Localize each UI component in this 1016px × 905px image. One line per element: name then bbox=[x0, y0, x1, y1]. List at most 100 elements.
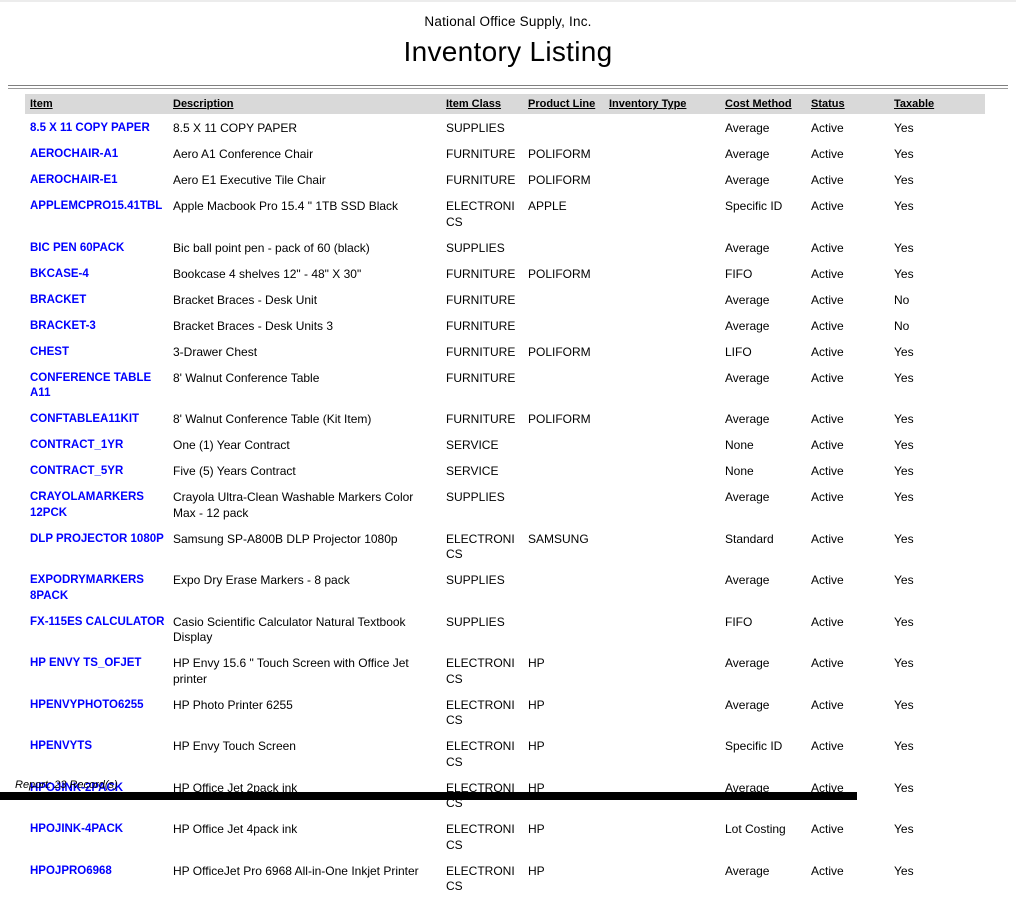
cell-status: Active bbox=[811, 532, 894, 574]
cell-item-link[interactable]: BRACKET-3 bbox=[25, 319, 173, 345]
cell-item-class: ELECTRONICS bbox=[446, 822, 528, 864]
cell-item-class: SUPPLIES bbox=[446, 615, 528, 657]
cell-item-link[interactable]: HPOJINK-4PACK bbox=[25, 822, 173, 864]
column-header-cost-method[interactable]: Cost Method bbox=[725, 94, 811, 114]
cell-product-line bbox=[528, 490, 609, 532]
cell-item-link[interactable]: CONFTABLEA11KIT bbox=[25, 412, 173, 438]
cell-taxable: Yes bbox=[894, 573, 985, 615]
cell-taxable: Yes bbox=[894, 698, 985, 740]
cell-inventory-type bbox=[609, 114, 725, 147]
cell-inventory-type bbox=[609, 464, 725, 490]
cell-item-link[interactable]: BIC PEN 60PACK bbox=[25, 241, 173, 267]
cell-status: Active bbox=[811, 464, 894, 490]
cell-description: Expo Dry Erase Markers - 8 pack bbox=[173, 573, 446, 615]
cell-status: Active bbox=[811, 371, 894, 413]
cell-taxable: Yes bbox=[894, 241, 985, 267]
cell-item-class: FURNITURE bbox=[446, 293, 528, 319]
cell-product-line: HP bbox=[528, 822, 609, 864]
cell-item-link[interactable]: APPLEMCPRO15.41TBL bbox=[25, 199, 173, 241]
cell-inventory-type bbox=[609, 490, 725, 532]
cell-product-line bbox=[528, 371, 609, 413]
cell-inventory-type bbox=[609, 241, 725, 267]
cell-item-class: ELECTRONICS bbox=[446, 656, 528, 698]
cell-item-class: SUPPLIES bbox=[446, 241, 528, 267]
cell-inventory-type bbox=[609, 147, 725, 173]
table-row: CONFTABLEA11KIT 8' Walnut Conference Tab… bbox=[25, 412, 985, 438]
cell-item-link[interactable]: CONTRACT_1YR bbox=[25, 438, 173, 464]
cell-taxable: Yes bbox=[894, 438, 985, 464]
table-row: BKCASE-4 Bookcase 4 shelves 12" - 48" X … bbox=[25, 267, 985, 293]
cell-inventory-type bbox=[609, 615, 725, 657]
table-header-row: Item Description Item Class Product Line… bbox=[25, 94, 985, 114]
column-header-product-line[interactable]: Product Line bbox=[528, 94, 609, 114]
cell-cost-method: Average bbox=[725, 173, 811, 199]
cell-item-link[interactable]: EXPODRYMARKERS 8PACK bbox=[25, 573, 173, 615]
cell-taxable: Yes bbox=[894, 532, 985, 574]
window-edge-strip bbox=[0, 0, 1016, 2]
cell-item-class: SUPPLIES bbox=[446, 490, 528, 532]
cell-item-link[interactable]: FX-115ES CALCULATOR bbox=[25, 615, 173, 657]
cell-cost-method: LIFO bbox=[725, 345, 811, 371]
cell-status: Active bbox=[811, 490, 894, 532]
column-header-item-class[interactable]: Item Class bbox=[446, 94, 528, 114]
table-row: APPLEMCPRO15.41TBL Apple Macbook Pro 15.… bbox=[25, 199, 985, 241]
cell-taxable: Yes bbox=[894, 267, 985, 293]
cell-item-link[interactable]: 8.5 X 11 COPY PAPER bbox=[25, 114, 173, 147]
cell-product-line: HP bbox=[528, 656, 609, 698]
column-header-inventory-type[interactable]: Inventory Type bbox=[609, 94, 725, 114]
column-header-description[interactable]: Description bbox=[173, 94, 446, 114]
cell-item-link[interactable]: CONFERENCE TABLE A11 bbox=[25, 371, 173, 413]
cell-taxable: Yes bbox=[894, 656, 985, 698]
cell-item-class: ELECTRONICS bbox=[446, 864, 528, 905]
cell-description: HP Photo Printer 6255 bbox=[173, 698, 446, 740]
cell-item-link[interactable]: DLP PROJECTOR 1080P bbox=[25, 532, 173, 574]
cell-item-link[interactable]: HP ENVY TS_OFJET bbox=[25, 656, 173, 698]
cell-inventory-type bbox=[609, 532, 725, 574]
cell-product-line bbox=[528, 573, 609, 615]
cell-cost-method: Specific ID bbox=[725, 199, 811, 241]
cell-item-link[interactable]: AEROCHAIR-E1 bbox=[25, 173, 173, 199]
cell-item-class: FURNITURE bbox=[446, 147, 528, 173]
cell-taxable: Yes bbox=[894, 345, 985, 371]
cell-taxable: Yes bbox=[894, 371, 985, 413]
cell-taxable: Yes bbox=[894, 199, 985, 241]
cell-item-link[interactable]: CONTRACT_5YR bbox=[25, 464, 173, 490]
cell-status: Active bbox=[811, 698, 894, 740]
cell-description: Crayola Ultra-Clean Washable Markers Col… bbox=[173, 490, 446, 532]
column-header-taxable[interactable]: Taxable bbox=[894, 94, 985, 114]
inventory-table: Item Description Item Class Product Line… bbox=[25, 94, 985, 905]
cell-item-link[interactable]: BRACKET bbox=[25, 293, 173, 319]
cell-cost-method: Average bbox=[725, 656, 811, 698]
table-row: HPOJINK-2PACK HP Office Jet 2pack ink EL… bbox=[25, 781, 985, 823]
column-header-item[interactable]: Item bbox=[25, 94, 173, 114]
cell-item-class: ELECTRONICS bbox=[446, 739, 528, 781]
cell-item-link[interactable]: AEROCHAIR-A1 bbox=[25, 147, 173, 173]
cell-item-link[interactable]: HPOJPRO6968 bbox=[25, 864, 173, 905]
cell-item-link[interactable]: CRAYOLAMARKERS 12PCK bbox=[25, 490, 173, 532]
table-row: BRACKET Bracket Braces - Desk Unit FURNI… bbox=[25, 293, 985, 319]
cell-product-line bbox=[528, 293, 609, 319]
cell-description: Bic ball point pen - pack of 60 (black) bbox=[173, 241, 446, 267]
cell-taxable: Yes bbox=[894, 173, 985, 199]
cell-status: Active bbox=[811, 199, 894, 241]
cell-taxable: Yes bbox=[894, 739, 985, 781]
cell-cost-method: FIFO bbox=[725, 267, 811, 293]
cell-item-link[interactable]: BKCASE-4 bbox=[25, 267, 173, 293]
cell-cost-method: Average bbox=[725, 781, 811, 823]
cell-item-class: FURNITURE bbox=[446, 412, 528, 438]
cell-product-line: POLIFORM bbox=[528, 173, 609, 199]
cell-inventory-type bbox=[609, 438, 725, 464]
cell-description: Bracket Braces - Desk Units 3 bbox=[173, 319, 446, 345]
cell-item-link[interactable]: HPENVYPHOTO6255 bbox=[25, 698, 173, 740]
cell-description: HP Office Jet 2pack ink bbox=[173, 781, 446, 823]
cell-taxable: Yes bbox=[894, 615, 985, 657]
cell-item-link[interactable]: CHEST bbox=[25, 345, 173, 371]
table-row: HPENVYTS HP Envy Touch Screen ELECTRONIC… bbox=[25, 739, 985, 781]
cell-product-line bbox=[528, 241, 609, 267]
cell-status: Active bbox=[811, 781, 894, 823]
cell-product-line: HP bbox=[528, 698, 609, 740]
cell-cost-method: Average bbox=[725, 490, 811, 532]
column-header-status[interactable]: Status bbox=[811, 94, 894, 114]
cell-item-link[interactable]: HPENVYTS bbox=[25, 739, 173, 781]
table-row: CONTRACT_5YR Five (5) Years Contract SER… bbox=[25, 464, 985, 490]
